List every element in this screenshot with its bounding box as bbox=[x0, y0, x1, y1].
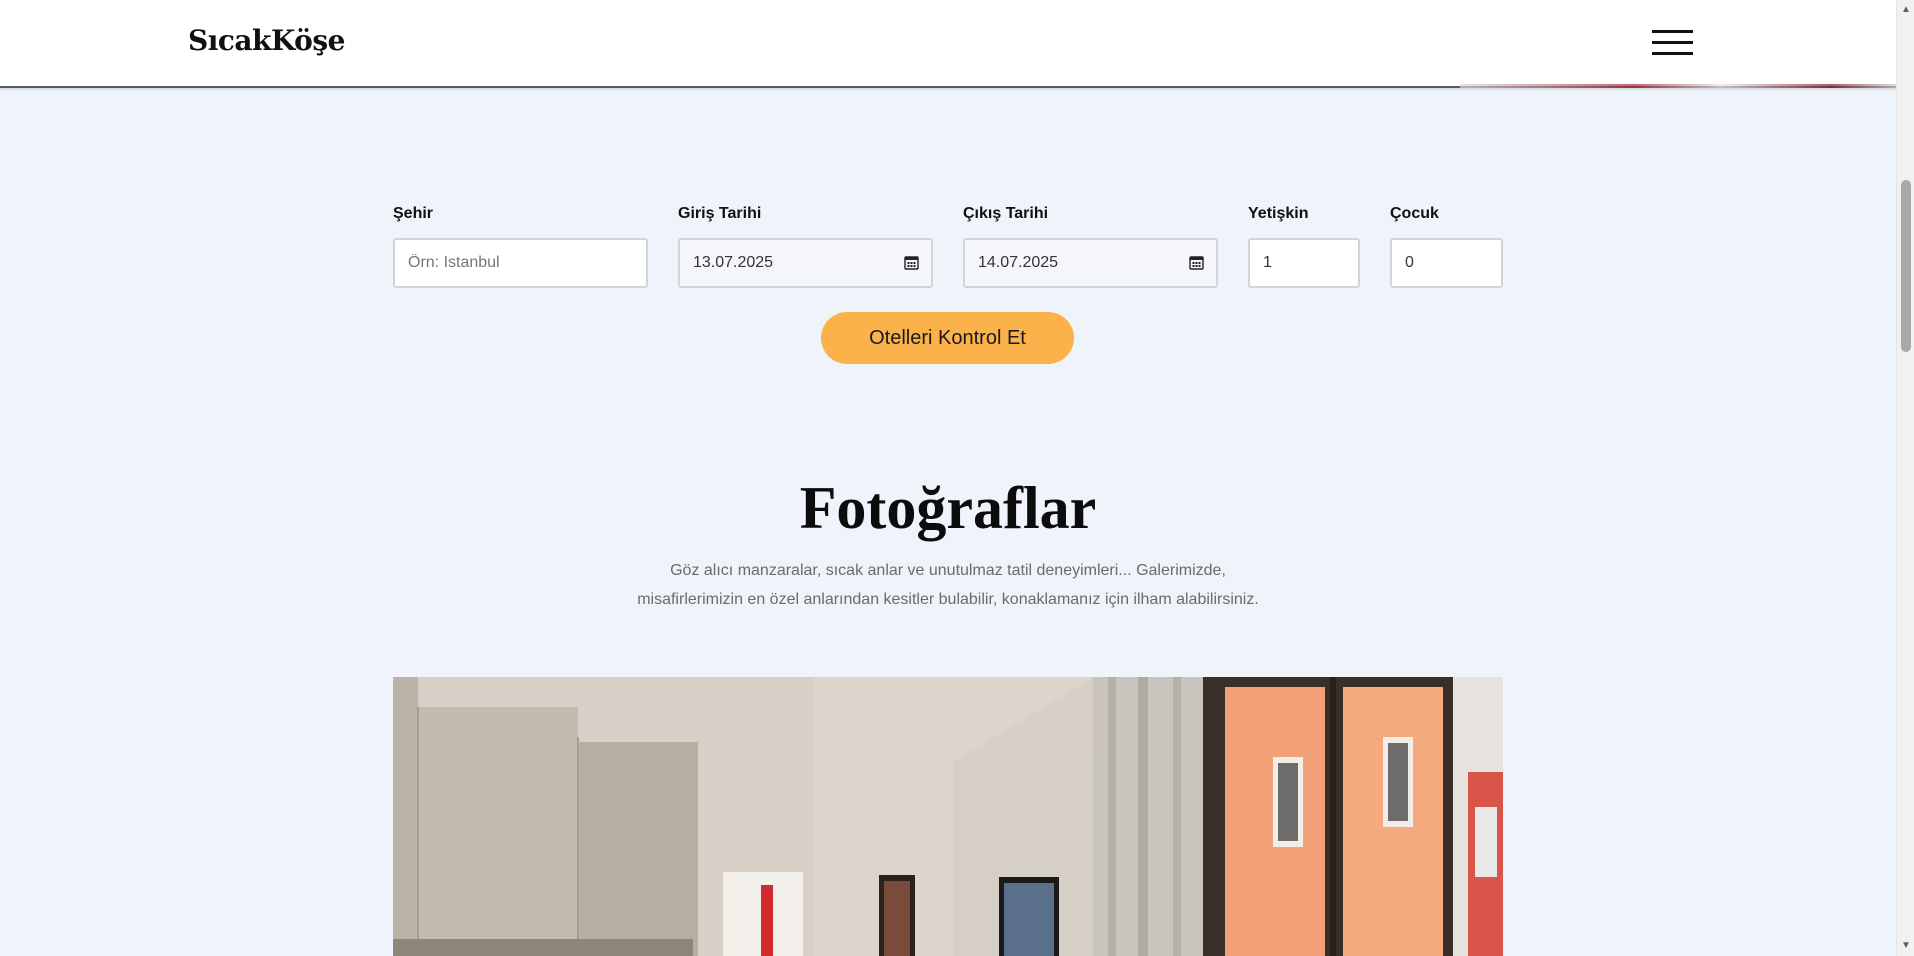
hero-image-strip bbox=[1460, 84, 1896, 88]
calendar-icon[interactable] bbox=[1189, 255, 1204, 270]
city-label: Şehir bbox=[393, 205, 434, 222]
hamburger-line bbox=[1652, 41, 1693, 44]
adults-label: Yetişkin bbox=[1248, 205, 1309, 222]
gallery-photo-room[interactable] bbox=[393, 677, 1503, 956]
checkout-date-input[interactable] bbox=[963, 238, 1218, 288]
hamburger-line bbox=[1652, 52, 1693, 55]
check-hotels-button[interactable]: Otelleri Kontrol Et bbox=[821, 312, 1074, 364]
site-header: SıcakKöşe bbox=[0, 0, 1896, 88]
checkout-label: Çıkış Tarihi bbox=[963, 205, 1049, 222]
calendar-icon[interactable] bbox=[904, 255, 919, 270]
checkout-date-field[interactable] bbox=[963, 238, 1218, 288]
city-input[interactable] bbox=[393, 238, 648, 288]
checkin-label: Giriş Tarihi bbox=[678, 205, 762, 222]
photos-title: Fotoğraflar bbox=[799, 475, 1097, 541]
checkin-date-input[interactable] bbox=[678, 238, 933, 288]
children-input[interactable] bbox=[1390, 238, 1503, 288]
page-scrollbar[interactable]: ▲ ▼ bbox=[1896, 0, 1914, 956]
photos-description-line: Göz alıcı manzaralar, sıcak anlar ve unu… bbox=[670, 562, 1226, 579]
photos-description-line: misafirlerimizin en özel anlarından kesi… bbox=[637, 591, 1259, 608]
adults-input[interactable] bbox=[1248, 238, 1360, 288]
room-photo-illustration bbox=[393, 677, 1503, 956]
scroll-up-arrow-icon[interactable]: ▲ bbox=[1897, 2, 1914, 18]
photos-description: Göz alıcı manzaralar, sıcak anlar ve unu… bbox=[620, 556, 1276, 614]
scroll-down-arrow-icon[interactable]: ▼ bbox=[1897, 938, 1914, 954]
scrollbar-thumb[interactable] bbox=[1901, 180, 1911, 352]
hamburger-line bbox=[1652, 30, 1693, 33]
hamburger-menu-icon[interactable] bbox=[1652, 30, 1693, 55]
site-logo[interactable]: SıcakKöşe bbox=[188, 24, 345, 57]
checkin-date-field[interactable] bbox=[678, 238, 933, 288]
children-label: Çocuk bbox=[1390, 205, 1439, 222]
